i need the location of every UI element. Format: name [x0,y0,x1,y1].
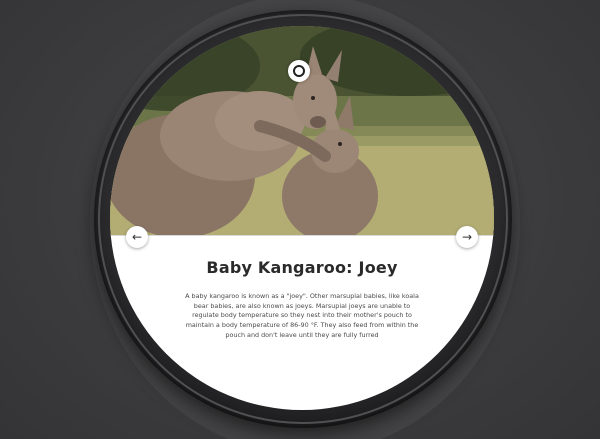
kangaroo-photo [110,26,494,236]
kangaroo-photo-illustration [110,26,494,236]
article-title: Baby Kangaroo: Joey [206,258,398,277]
watch-screen: ← → Baby Kangaroo: Joey A baby kangaroo … [110,26,494,410]
article-body: A baby kangaroo is known as a "joey". Ot… [185,292,419,339]
photo-divider [110,235,494,236]
background: ← → Baby Kangaroo: Joey A baby kangaroo … [0,0,600,439]
arrow-right-icon[interactable]: → [456,226,478,248]
arrow-left-icon[interactable]: ← [126,226,148,248]
circle-ring-icon [288,60,310,82]
